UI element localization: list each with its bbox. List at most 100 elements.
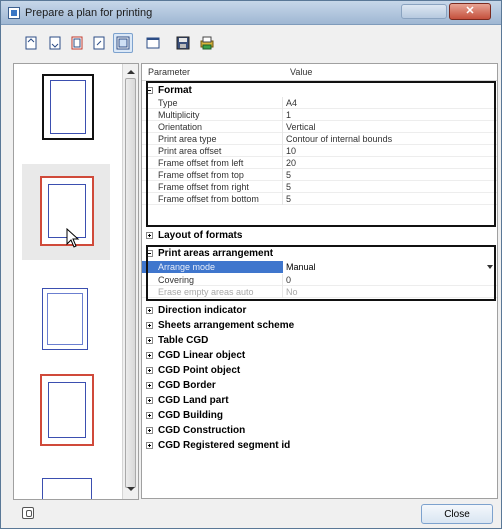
page-thumbnail[interactable] xyxy=(22,268,110,360)
category-label: CGD Land part xyxy=(158,395,229,406)
property-value[interactable]: 20 xyxy=(286,157,296,169)
category-cgd-building[interactable]: CGD Building xyxy=(142,409,497,422)
minimize-maximize-buttons[interactable] xyxy=(401,4,447,19)
category-label: Table CGD xyxy=(158,335,209,346)
help-icon[interactable] xyxy=(22,507,34,519)
category-cgd-land-part[interactable]: CGD Land part xyxy=(142,394,497,407)
collapse-icon[interactable] xyxy=(146,87,153,94)
expand-icon[interactable] xyxy=(146,382,153,389)
category-direction-indicator[interactable]: Direction indicator xyxy=(142,304,497,317)
column-header-parameter[interactable]: Parameter xyxy=(148,67,190,77)
expand-icon[interactable] xyxy=(146,442,153,449)
property-name: Print area type xyxy=(158,134,217,144)
property-row-disabled: Erase empty areas auto No xyxy=(142,286,497,298)
category-label: CGD Registered segment id xyxy=(158,440,291,451)
property-row[interactable]: Frame offset from right 5 xyxy=(142,181,497,193)
category-label: Direction indicator xyxy=(158,305,247,316)
title-bar[interactable]: Prepare a plan for printing ✕ xyxy=(1,1,501,25)
property-value[interactable]: 1 xyxy=(286,109,291,121)
category-sheets-arrangement[interactable]: Sheets arrangement scheme xyxy=(142,319,497,332)
property-row[interactable]: Frame offset from top 5 xyxy=(142,169,497,181)
property-name: Orientation xyxy=(158,122,203,132)
property-row[interactable]: Print area type Contour of internal bound… xyxy=(142,133,497,145)
arrange-mode-dropdown[interactable]: Manual xyxy=(283,261,497,273)
property-row[interactable]: Print area offset 10 xyxy=(142,145,497,157)
category-label: CGD Building xyxy=(158,410,223,421)
expand-icon[interactable] xyxy=(146,307,153,314)
collapse-icon[interactable] xyxy=(146,250,153,257)
page-thumbnails-panel[interactable] xyxy=(13,63,139,500)
column-header-value[interactable]: Value xyxy=(290,67,312,77)
property-name: Type xyxy=(158,98,178,108)
save-icon[interactable] xyxy=(173,33,193,53)
property-value[interactable]: A4 xyxy=(286,97,297,109)
expand-icon[interactable] xyxy=(146,412,153,419)
page-thumbnail[interactable] xyxy=(22,68,110,160)
close-button[interactable]: Close xyxy=(421,504,493,524)
property-row[interactable]: Frame offset from left 20 xyxy=(142,157,497,169)
property-row[interactable]: Type A4 xyxy=(142,97,497,109)
page-frame-icon[interactable] xyxy=(89,33,109,53)
active-layout-icon[interactable] xyxy=(113,33,133,53)
category-label: Format xyxy=(158,85,192,96)
category-label: CGD Point object xyxy=(158,365,241,376)
category-print-areas-arrangement[interactable]: Print areas arrangement xyxy=(142,247,497,260)
category-layout-of-formats[interactable]: Layout of formats xyxy=(142,229,497,242)
property-value[interactable]: Contour of internal bounds xyxy=(286,133,392,145)
expand-icon[interactable] xyxy=(146,232,153,239)
expand-icon[interactable] xyxy=(146,337,153,344)
category-label: Sheets arrangement scheme xyxy=(158,320,295,331)
page-thumbnail[interactable] xyxy=(22,464,110,499)
page-preview xyxy=(42,288,88,350)
property-value[interactable]: 5 xyxy=(286,193,291,205)
property-name: Frame offset from right xyxy=(158,182,249,192)
page-preview xyxy=(40,374,94,446)
expand-icon[interactable] xyxy=(146,397,153,404)
window-icon[interactable] xyxy=(143,33,163,53)
page-thumbnail[interactable] xyxy=(22,364,110,456)
property-row[interactable]: Orientation Vertical xyxy=(142,121,497,133)
property-row[interactable]: Multiplicity 1 xyxy=(142,109,497,121)
page-thumbnail-selected[interactable] xyxy=(22,164,110,260)
rotate-right-icon[interactable] xyxy=(45,33,65,53)
rotate-left-icon[interactable] xyxy=(21,33,41,53)
thumbnails-scrollbar[interactable] xyxy=(122,64,138,499)
expand-icon[interactable] xyxy=(146,322,153,329)
property-value[interactable]: 5 xyxy=(286,169,291,181)
property-value[interactable]: 10 xyxy=(286,145,296,157)
mouse-cursor-icon xyxy=(66,227,80,251)
property-value[interactable]: 5 xyxy=(286,181,291,193)
property-name: Arrange mode xyxy=(158,262,216,272)
property-value[interactable]: 0 xyxy=(286,274,291,286)
page-red-icon[interactable] xyxy=(67,33,87,53)
property-name: Erase empty areas auto xyxy=(158,287,254,297)
scroll-down-icon[interactable] xyxy=(127,487,135,491)
app-icon xyxy=(8,7,20,19)
expand-icon[interactable] xyxy=(146,352,153,359)
property-row[interactable]: Frame offset from bottom 5 xyxy=(142,193,497,205)
close-window-button[interactable]: ✕ xyxy=(449,3,491,20)
property-row[interactable]: Covering 0 xyxy=(142,274,497,286)
category-cgd-point-object[interactable]: CGD Point object xyxy=(142,364,497,377)
scroll-up-icon[interactable] xyxy=(127,70,135,74)
category-cgd-registered-segment-id[interactable]: CGD Registered segment id xyxy=(142,439,497,452)
category-cgd-construction[interactable]: CGD Construction xyxy=(142,424,497,437)
expand-icon[interactable] xyxy=(146,427,153,434)
property-row-selected[interactable]: Arrange mode Manual xyxy=(142,261,497,273)
window-title: Prepare a plan for printing xyxy=(25,7,153,19)
category-label: Layout of formats xyxy=(158,230,243,241)
prepare-plan-dialog: Prepare a plan for printing ✕ Parameter … xyxy=(0,0,502,529)
property-value: No xyxy=(286,287,298,297)
category-cgd-border[interactable]: CGD Border xyxy=(142,379,497,392)
print-icon[interactable] xyxy=(197,33,217,53)
category-table-cgd[interactable]: Table CGD xyxy=(142,334,497,347)
page-preview xyxy=(42,74,94,140)
expand-icon[interactable] xyxy=(146,367,153,374)
category-format[interactable]: Format xyxy=(142,84,497,97)
scrollbar-thumb[interactable] xyxy=(125,78,136,488)
property-value[interactable]: Vertical xyxy=(286,121,316,133)
property-grid: Parameter Value Format Type A4 Multiplici… xyxy=(141,63,498,499)
chevron-down-icon[interactable] xyxy=(487,265,493,269)
property-name: Frame offset from bottom xyxy=(158,194,259,204)
category-cgd-linear-object[interactable]: CGD Linear object xyxy=(142,349,497,362)
